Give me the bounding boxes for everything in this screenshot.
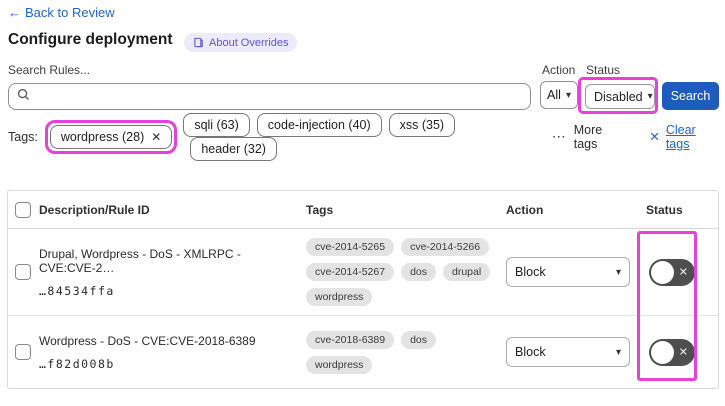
rules-table: Description/Rule ID Tags Action Status D… [7,190,719,389]
rule-tag-list: cve-2014-5265 cve-2014-5266 cve-2014-5267 d… [306,238,496,306]
configure-deployment-page: ← Back to Review Configure deployment Abo… [0,0,725,406]
tag-pill[interactable]: code-injection (40) [256,112,382,137]
clear-tags-label: Clear tags [665,122,696,151]
clear-tags-button[interactable]: ✕ Clear tags [649,123,720,151]
annotation-highlight-selected-tag: wordpress (28) ✕ [44,119,178,154]
chevron-down-icon: ▾ [615,266,621,278]
status-filter-select[interactable]: Disabled ▾ [585,84,655,109]
rule-id: …f82d008b [39,356,115,371]
table-header-row: Description/Rule ID Tags Action Status [8,191,718,229]
rule-tag: dos [401,330,436,349]
rule-description: Wordpress - DoS - CVE:CVE-2018-6389 [39,333,256,348]
action-filter-value: All [547,88,561,102]
search-icon [17,88,30,106]
rule-tag: wordpress [306,288,373,306]
chevron-down-icon: ▾ [647,91,653,102]
tag-pill[interactable]: header (32) [190,136,277,161]
tags-label: Tags: [8,129,38,144]
back-link-label: Back to Review [25,5,115,20]
table-row: Wordpress - DoS - CVE:CVE-2018-6389 …f82… [8,316,718,388]
rule-tag: cve-2018-6389 [306,330,395,349]
search-rules-label: Search Rules... [8,63,91,77]
table-body: Drupal, Wordpress - DoS - XMLRPC - CVE:C… [8,229,718,388]
action-filter-select[interactable]: All ▾ [540,81,578,109]
action-select[interactable]: Block ▾ [506,257,630,287]
header-tags: Tags [306,202,334,217]
rule-tag: cve-2014-5265 [306,238,395,256]
row-checkbox[interactable] [15,344,31,360]
x-icon: ✕ [678,346,688,359]
select-all-checkbox[interactable] [15,201,31,218]
status-filter-value: Disabled [594,89,643,104]
status-filter-label: Status [586,63,621,77]
book-icon [193,37,204,48]
tag-pill-label: wordpress (28) [60,129,145,144]
rule-id: …84534ffa [39,283,115,298]
table-row: Drupal, Wordpress - DoS - XMLRPC - CVE:C… [8,229,718,316]
header-status: Status [646,202,683,217]
about-overrides-badge[interactable]: About Overrides [184,33,298,52]
back-to-review-link[interactable]: ← Back to Review [8,5,115,20]
row-checkbox[interactable] [15,264,31,280]
tag-pill-list: sqli (63) code-injection (40) xss (35) head… [183,112,534,161]
header-description: Description/Rule ID [39,202,150,217]
rule-tag-list: cve-2018-6389 dos wordpress [306,330,496,374]
tag-pill[interactable]: sqli (63) [183,112,250,137]
action-select-value: Block [515,345,546,359]
toggle-knob [651,260,674,284]
toggle-knob [651,340,674,364]
about-overrides-label: About Overrides [209,36,289,49]
ellipsis-icon: ⋯ [551,128,567,144]
tag-pill[interactable]: xss (35) [388,112,456,137]
more-tags-label: More tags [573,122,603,151]
rule-tag: dos [401,263,436,281]
chevron-down-icon: ▾ [565,89,571,101]
status-toggle[interactable]: ✕ [649,258,695,286]
rule-tag: cve-2014-5266 [401,238,490,256]
action-filter-label: Action [542,63,576,77]
search-rules-input[interactable] [36,89,522,104]
page-title: Configure deployment [8,31,173,48]
tag-pill-wordpress[interactable]: wordpress (28) ✕ [49,124,173,149]
action-select-value: Block [515,265,546,279]
rule-tag: cve-2014-5267 [306,263,395,281]
rule-tag: wordpress [306,355,373,374]
tags-bar: Tags: wordpress (28) ✕ sqli (63) code-inj… [8,112,720,161]
header-action: Action [506,202,544,217]
annotation-highlight-status-filter: Disabled ▾ [578,77,658,114]
more-tags-button[interactable]: ⋯ More tags [552,123,627,151]
rule-description: Drupal, Wordpress - DoS - XMLRPC - CVE:C… [39,246,241,275]
action-select[interactable]: Block ▾ [506,337,630,367]
status-toggle[interactable]: ✕ [649,338,695,366]
clear-icon: ✕ [649,130,660,144]
search-rules-box [8,83,531,110]
chevron-down-icon: ▾ [615,346,621,358]
search-button[interactable]: Search [662,82,719,110]
left-arrow-icon: ← [8,5,21,20]
x-icon: ✕ [678,266,688,279]
remove-tag-icon[interactable]: ✕ [151,130,161,144]
rule-tag: drupal [443,263,491,281]
